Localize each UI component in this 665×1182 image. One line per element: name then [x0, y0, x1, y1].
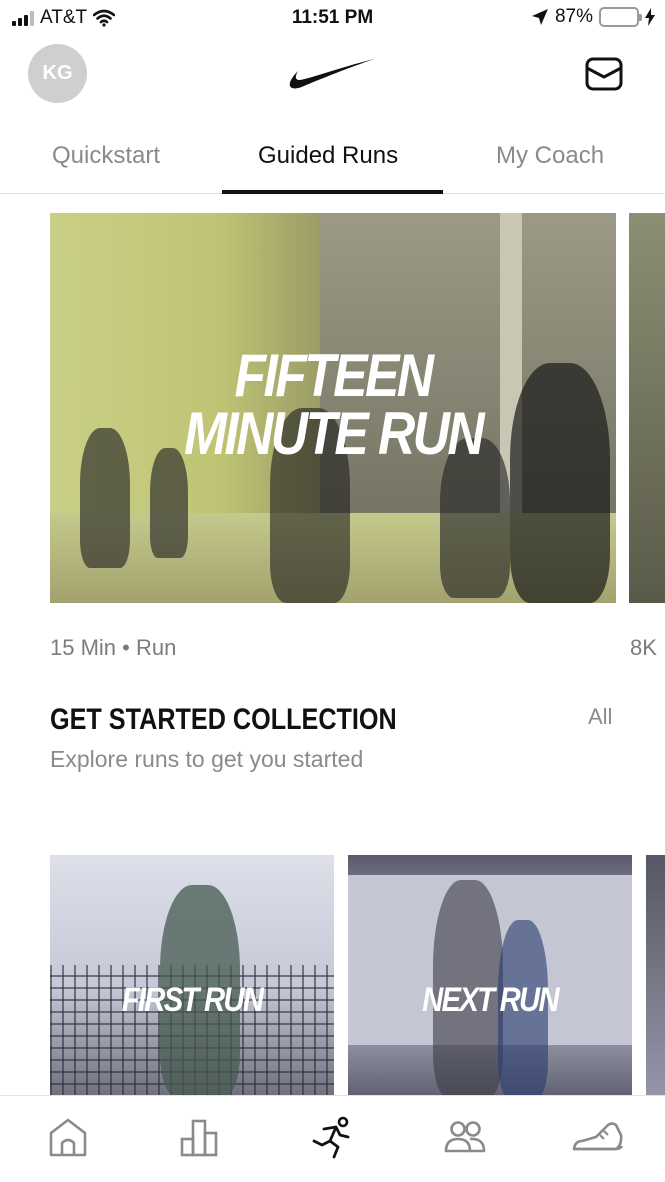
avatar[interactable]: KG [28, 44, 87, 103]
inbox-icon[interactable] [585, 56, 623, 92]
collection-card-next-run[interactable]: NEXT RUN [348, 855, 632, 1097]
runner-silhouette [150, 448, 188, 558]
see-all-link[interactable]: All [588, 704, 612, 730]
featured-title-line1: FIFTEEN [234, 342, 435, 409]
featured-title-line2: MINUTE RUN [183, 400, 485, 467]
active-tab-indicator [222, 190, 443, 194]
card-title: NEXT RUN [422, 981, 559, 1019]
home-icon[interactable] [46, 1115, 90, 1159]
next-run-card-peek[interactable] [629, 213, 665, 603]
location-arrow-icon [531, 9, 548, 25]
tab-my-coach[interactable]: My Coach [496, 142, 604, 170]
collection-card-peek[interactable] [646, 855, 665, 1097]
status-right: 87% [531, 6, 655, 28]
shoe-icon[interactable] [572, 1115, 624, 1159]
featured-run-meta: 15 Min • Run [50, 635, 177, 660]
battery-icon [599, 7, 642, 27]
card-title: FIRST RUN [121, 981, 264, 1019]
collection-card-first-run[interactable]: FIRST RUN [50, 855, 334, 1097]
nike-swoosh-icon [289, 59, 374, 89]
charging-bolt-icon [645, 8, 655, 26]
tab-guided-runs[interactable]: Guided Runs [258, 142, 398, 170]
featured-run-title: FIFTEEN MINUTE RUN [90, 342, 577, 467]
community-icon[interactable] [443, 1115, 487, 1159]
tab-quickstart[interactable]: Quickstart [52, 142, 160, 170]
runner-icon[interactable] [310, 1115, 354, 1159]
top-tabs: Quickstart Guided Runs My Coach [0, 132, 665, 194]
featured-run-card[interactable]: FIFTEEN MINUTE RUN [50, 213, 616, 603]
battery-percent: 87% [554, 6, 593, 27]
next-run-meta: 8K [630, 635, 657, 660]
activity-chart-icon[interactable] [178, 1115, 222, 1159]
avatar-initials: KG [42, 62, 73, 84]
status-bar: AT&T 11:51 PM 87% [0, 0, 665, 38]
collection-subtitle: Explore runs to get you started [50, 746, 364, 772]
collection-title: GET STARTED COLLECTION [50, 703, 397, 736]
